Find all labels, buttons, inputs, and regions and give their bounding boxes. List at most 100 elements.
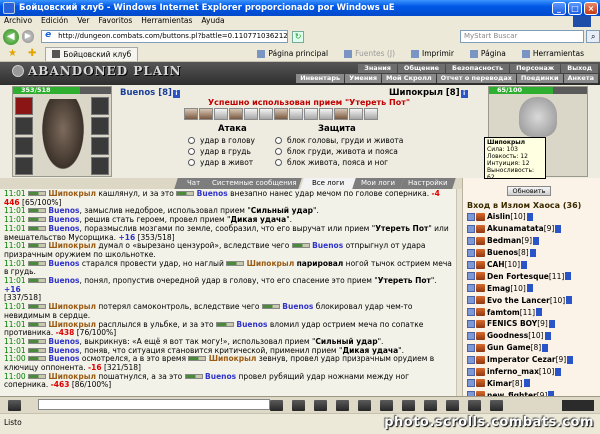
info-icon[interactable]: i [172,90,180,98]
attack-option[interactable]: удар в грудь [188,147,251,156]
log-segment[interactable]: 11:01 [4,302,28,311]
player-name-link[interactable]: Шипокрыл [209,354,257,364]
menu-transfers[interactable]: Отчет о переводах [436,74,516,83]
defense-option[interactable]: блок живота, пояса и ног [275,158,388,167]
player-name-link[interactable]: Шипокрыл [48,372,96,381]
player-name-link[interactable]: Buenos [48,337,79,346]
player-list-item[interactable]: Imperator Cezar [9] [467,354,597,366]
speaker-icon[interactable] [270,399,283,411]
private-message-icon[interactable] [467,296,475,305]
player-list-item[interactable]: inferno_max [10] [467,366,597,378]
menu-ver[interactable]: Ver [77,16,89,27]
chat-smile-icon[interactable] [8,399,21,411]
player-list-item[interactable]: Den Fortesque [11] [467,270,597,282]
menu-skills[interactable]: Умения [345,74,382,83]
menu-knowledge[interactable]: Знания [358,64,397,73]
info-icon[interactable] [548,319,555,328]
info-icon[interactable] [555,224,562,233]
player-name-link[interactable]: Buenos [48,346,79,355]
feeds-button[interactable]: Fuentes (J) [344,49,403,58]
player-list-item[interactable]: FENICS BOY [9] [467,318,597,330]
page-button[interactable]: Página [469,49,514,58]
hand-icon[interactable] [358,399,371,411]
log-segment[interactable]: 11:01 [4,276,28,285]
player-name-link[interactable]: Buenos [48,224,79,233]
info-icon[interactable] [536,308,543,317]
player-name-link[interactable]: Buenos [282,302,313,311]
private-message-icon[interactable] [467,308,475,317]
player-name-link[interactable]: Buenos [48,354,79,364]
info-icon[interactable] [521,260,527,269]
info-icon[interactable] [529,248,536,257]
player-list-item[interactable]: CAH [10] [467,259,597,271]
radio-icon[interactable] [188,159,195,166]
player-name-link[interactable]: Buenos [48,206,79,216]
info-icon[interactable] [544,331,551,340]
player-name-link[interactable]: Шипокрыл [247,259,295,268]
player-name[interactable]: Goodness [487,331,528,340]
player-name[interactable]: inferno_max [487,367,539,376]
player-name-link[interactable]: Шипокрыл [48,189,96,198]
close-button[interactable]: × [584,1,598,15]
technique-icon[interactable] [214,108,228,120]
scroll-icon[interactable] [402,399,415,411]
technique-icon[interactable] [259,108,273,120]
info-icon[interactable] [542,343,549,352]
log-segment[interactable]: 11:01 [4,189,28,198]
menu-ayuda[interactable]: Ayuda [201,16,224,27]
menu-communication[interactable]: Общение [397,64,446,73]
amulet-slot-icon[interactable] [15,117,33,135]
defense-option[interactable]: блок головы, груди и живота [275,136,403,145]
radio-icon[interactable] [275,148,282,155]
belt-slot-icon[interactable] [15,157,33,175]
player-name[interactable]: FENICS BOY [487,319,537,328]
ring-slot-icon[interactable] [91,97,109,115]
armor-slot-icon[interactable] [15,137,33,155]
menu-favoritos[interactable]: Favoritos [98,16,132,27]
filter-icon[interactable] [314,399,327,411]
maximize-button[interactable]: □ [568,1,582,15]
log-segment[interactable]: 11:01 [4,337,28,346]
url-field[interactable]: http://dungeon.combats.com/buttons.pl?ba… [41,30,289,43]
player-name-link[interactable]: Шипокрыл [48,320,96,329]
log-segment[interactable]: 11:00 [4,354,28,364]
player-name[interactable]: Buenos [487,248,518,257]
tab-system-messages[interactable]: Системные сообщения [206,178,302,189]
player-name-link[interactable]: Шипокрыл [48,241,96,250]
radio-icon[interactable] [188,137,195,144]
player-name[interactable]: Aislin [487,212,510,221]
player-name[interactable]: CAH [487,260,505,269]
private-message-icon[interactable] [467,284,475,293]
log-segment[interactable]: 11:01 [4,241,28,250]
technique-icon[interactable] [364,108,378,120]
player-list-item[interactable]: famtom [11] [467,306,597,318]
sword-icon[interactable] [380,399,393,411]
info-icon[interactable] [566,296,573,305]
private-message-icon[interactable] [467,272,475,281]
player-name[interactable]: Evo the Lancer [487,296,550,305]
private-message-icon[interactable] [467,236,475,245]
player-name-link[interactable]: Buenos [48,259,79,268]
radio-icon[interactable] [188,148,195,155]
enemy-name[interactable]: Шипокрыл [8] i [389,88,468,98]
player-name-link[interactable]: Buenos [205,372,236,381]
defense-option[interactable]: блок груди, живота и пояса [275,147,398,156]
search-input[interactable]: MyStart Buscar [459,30,585,43]
info-icon[interactable]: i [460,90,468,98]
info-icon[interactable] [526,284,533,293]
player-name[interactable]: Emag [487,284,510,293]
player-name[interactable]: Kimar [487,379,512,388]
favorites-star-icon[interactable]: ★ [8,48,17,59]
technique-icon[interactable] [289,108,303,120]
log-segment[interactable]: 11:01 [4,320,28,329]
log-segment[interactable]: 11:01 [4,215,28,224]
private-message-icon[interactable] [467,379,475,388]
info-icon[interactable] [523,379,530,388]
log-segment[interactable]: 11:01 [4,206,28,216]
browser-tab[interactable]: Бойцовский клуб [45,46,139,61]
player-name-link[interactable]: Buenos [48,215,79,224]
player-name-link[interactable]: Шипокрыл [48,302,96,311]
menu-battles[interactable]: Поединки [516,74,563,83]
technique-icon[interactable] [319,108,333,120]
technique-icon[interactable] [334,108,348,120]
